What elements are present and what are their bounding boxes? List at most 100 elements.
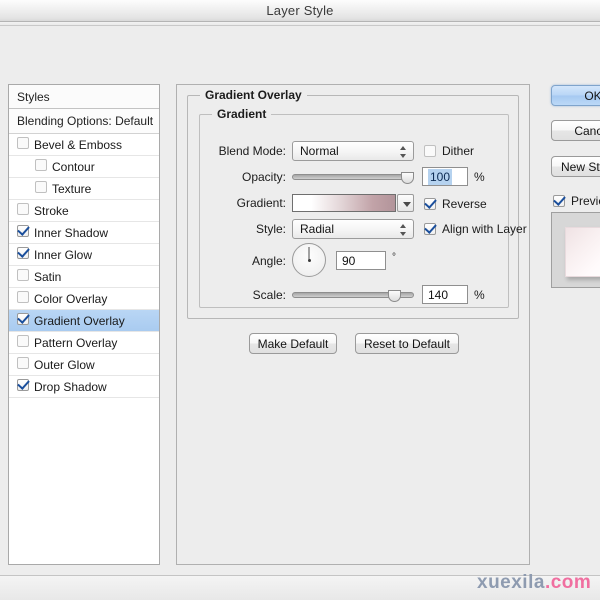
preview-checkbox-box bbox=[553, 195, 565, 207]
effect-checkbox[interactable] bbox=[17, 376, 29, 398]
effect-checkbox-box bbox=[17, 202, 29, 215]
layer-style-dialog: Layer Style Styles Blending Options: Def… bbox=[0, 0, 600, 600]
dialog-body: Styles Blending Options: Default Bevel &… bbox=[0, 27, 600, 575]
effect-item-outer-glow[interactable]: Outer Glow bbox=[9, 354, 159, 376]
effect-checkbox-box bbox=[17, 378, 29, 391]
effect-label: Stroke bbox=[34, 204, 69, 218]
watermark-part2: .com bbox=[544, 572, 592, 593]
styles-sidebar: Styles Blending Options: Default Bevel &… bbox=[8, 84, 160, 565]
scale-slider[interactable] bbox=[292, 285, 414, 305]
effect-item-bevel-emboss[interactable]: Bevel & Emboss bbox=[9, 134, 159, 156]
effect-item-gradient-overlay[interactable]: Gradient Overlay bbox=[9, 310, 159, 332]
gradient-overlay-group: Gradient Overlay Gradient Blend Mode: No… bbox=[187, 88, 527, 319]
style-label-wrap: Style: bbox=[200, 219, 286, 239]
effect-label: Gradient Overlay bbox=[34, 314, 125, 328]
effect-item-inner-shadow[interactable]: Inner Shadow bbox=[9, 222, 159, 244]
blending-options-label: Blending Options: Default bbox=[17, 114, 154, 128]
effect-label: Outer Glow bbox=[34, 358, 95, 372]
window-titlebar[interactable]: Layer Style bbox=[0, 0, 600, 22]
effect-checkbox[interactable] bbox=[35, 178, 47, 200]
effect-checkbox-box bbox=[17, 136, 29, 149]
scale-label-wrap: Scale: bbox=[200, 285, 286, 305]
effect-checkbox-box bbox=[17, 356, 29, 369]
effect-item-texture[interactable]: Texture bbox=[9, 178, 159, 200]
align-with-layer-checkbox[interactable]: Align with Layer bbox=[424, 222, 527, 236]
gradient-subgroup: Gradient Blend Mode: Normal Dither Opaci… bbox=[199, 107, 527, 308]
new-style-button[interactable]: New Style... bbox=[551, 156, 600, 177]
align-with-layer-checkbox-box bbox=[424, 223, 436, 235]
angle-dial-hub bbox=[307, 258, 311, 262]
reverse-checkbox-box bbox=[424, 198, 436, 210]
effect-label: Texture bbox=[52, 182, 92, 196]
reverse-checkbox[interactable]: Reverse bbox=[424, 197, 487, 211]
watermark-part1: xuexila bbox=[477, 572, 545, 593]
blend-mode-label-wrap: Blend Mode: bbox=[200, 141, 286, 161]
opacity-value: 100 bbox=[428, 169, 453, 185]
effect-item-inner-glow[interactable]: Inner Glow bbox=[9, 244, 159, 266]
effect-checkbox-box bbox=[17, 334, 29, 347]
blend-mode-select[interactable]: Normal bbox=[292, 141, 414, 161]
reset-to-default-button[interactable]: Reset to Default bbox=[355, 333, 459, 354]
effect-checkbox-box bbox=[17, 290, 29, 303]
gradient-label-wrap: Gradient: bbox=[200, 193, 286, 213]
angle-unit: ° bbox=[392, 252, 396, 263]
effect-item-satin[interactable]: Satin bbox=[9, 266, 159, 288]
effect-checkbox-box bbox=[17, 268, 29, 281]
opacity-slider[interactable] bbox=[292, 167, 414, 187]
dither-label: Dither bbox=[442, 144, 475, 158]
effect-checkbox-box bbox=[17, 224, 29, 237]
blending-options-item[interactable]: Blending Options: Default bbox=[9, 109, 159, 134]
effect-label: Pattern Overlay bbox=[34, 336, 118, 350]
angle-value: 90 bbox=[342, 254, 356, 268]
effect-checkbox[interactable] bbox=[17, 266, 29, 288]
effect-item-stroke[interactable]: Stroke bbox=[9, 200, 159, 222]
stepper-arrows-icon bbox=[400, 223, 407, 237]
blend-mode-label: Blend Mode: bbox=[218, 144, 286, 158]
ok-button[interactable]: OK bbox=[551, 85, 600, 106]
make-default-button[interactable]: Make Default bbox=[249, 333, 337, 354]
effect-item-pattern-overlay[interactable]: Pattern Overlay bbox=[9, 332, 159, 354]
effects-list: Bevel & Emboss Contour Texture Stroke Inner … bbox=[9, 134, 159, 398]
align-with-layer-label: Align with Layer bbox=[442, 222, 527, 236]
effect-checkbox[interactable] bbox=[17, 244, 29, 266]
cancel-button[interactable]: Cancel bbox=[551, 120, 600, 141]
effect-checkbox[interactable] bbox=[17, 200, 29, 222]
effect-checkbox-box bbox=[17, 312, 29, 325]
effect-checkbox[interactable] bbox=[17, 332, 29, 354]
scale-input[interactable]: 140 bbox=[422, 285, 468, 304]
effect-checkbox[interactable] bbox=[17, 222, 29, 244]
opacity-label-wrap: Opacity: bbox=[200, 167, 286, 187]
scale-unit: % bbox=[474, 288, 485, 302]
effect-checkbox[interactable] bbox=[17, 354, 29, 376]
gradient-overlay-panel: Gradient Overlay Gradient Blend Mode: No… bbox=[176, 84, 530, 565]
scale-slider-thumb[interactable] bbox=[387, 290, 401, 302]
effect-checkbox[interactable] bbox=[17, 310, 29, 332]
effect-checkbox[interactable] bbox=[35, 156, 47, 178]
effect-item-drop-shadow[interactable]: Drop Shadow bbox=[9, 376, 159, 398]
effect-checkbox[interactable] bbox=[17, 134, 29, 156]
effect-item-contour[interactable]: Contour bbox=[9, 156, 159, 178]
effect-label: Inner Shadow bbox=[34, 226, 109, 240]
style-preview-thumbnail bbox=[551, 212, 600, 288]
gradient-swatch[interactable] bbox=[292, 194, 396, 212]
angle-label-wrap: Angle: bbox=[200, 251, 286, 271]
opacity-input[interactable]: 100 bbox=[422, 167, 468, 186]
dither-checkbox[interactable]: Dither bbox=[424, 144, 474, 158]
angle-input[interactable]: 90 bbox=[336, 251, 386, 270]
opacity-label: Opacity: bbox=[241, 170, 286, 184]
opacity-slider-thumb[interactable] bbox=[401, 172, 414, 184]
angle-dial[interactable] bbox=[292, 243, 326, 277]
style-value: Radial bbox=[300, 222, 335, 236]
effect-item-color-overlay[interactable]: Color Overlay bbox=[9, 288, 159, 310]
reverse-label: Reverse bbox=[442, 197, 487, 211]
gradient-preset-dropdown[interactable] bbox=[397, 194, 414, 212]
style-select[interactable]: Radial bbox=[292, 219, 414, 239]
effect-label: Bevel & Emboss bbox=[34, 138, 123, 152]
gradient-label: Gradient: bbox=[236, 196, 286, 210]
effect-label: Drop Shadow bbox=[34, 380, 107, 394]
preview-checkbox[interactable]: Preview bbox=[553, 194, 600, 208]
effect-checkbox[interactable] bbox=[17, 288, 29, 310]
scale-value: 140 bbox=[428, 288, 449, 302]
effect-label: Satin bbox=[34, 270, 62, 284]
stepper-arrows-icon bbox=[400, 145, 407, 159]
